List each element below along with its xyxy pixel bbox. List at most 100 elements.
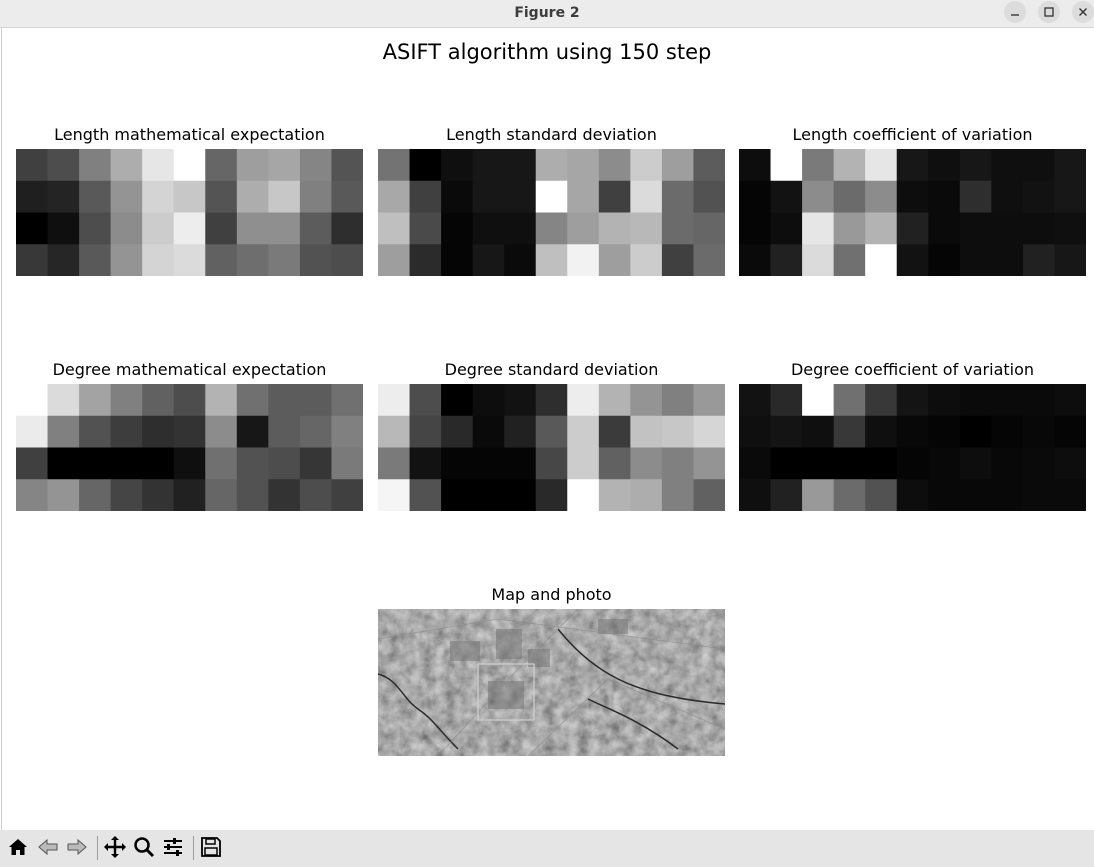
heatmap-cell (598, 384, 631, 417)
heatmap-cell (928, 212, 961, 245)
heatmap-cell (1054, 479, 1086, 511)
heatmap-cell (331, 180, 363, 214)
heatmap-cell (802, 212, 835, 245)
heatmap-cell (331, 479, 363, 511)
heatmap-degree-std (378, 384, 725, 511)
heatmap-title-degree-std: Degree standard deviation (444, 360, 659, 379)
heatmap-cell (79, 384, 112, 417)
heatmap-cell (378, 479, 411, 511)
back-button[interactable] (34, 833, 62, 861)
heatmap-cell (535, 212, 568, 245)
heatmap-cell (472, 180, 505, 214)
heatmap-cell (630, 149, 663, 182)
heatmap-cell (16, 180, 49, 214)
heatmap-cell (770, 149, 803, 182)
heatmap-cell (959, 244, 992, 276)
heatmap-cell (504, 212, 537, 245)
heatmap-cell (441, 479, 474, 511)
maximize-button[interactable] (1038, 1, 1060, 23)
heatmap-cell (378, 212, 411, 245)
heatmap-cell (693, 479, 725, 511)
zoom-button[interactable] (130, 833, 158, 861)
heatmap-cell (299, 180, 333, 214)
heatmap-cell (142, 244, 175, 276)
heatmap-cell (79, 415, 112, 449)
heatmap-cell (896, 212, 929, 245)
heatmap-length-expectation (16, 149, 363, 276)
heatmap-cell (630, 415, 663, 449)
heatmap-cell (535, 415, 568, 449)
heatmap-cell (833, 244, 866, 276)
heatmap-cell (236, 415, 269, 449)
heatmap-cell (802, 244, 835, 276)
heatmap-cell (331, 244, 363, 276)
heatmap-cell (299, 212, 333, 245)
heatmap-cell (173, 415, 206, 449)
heatmap-cell (79, 212, 112, 245)
heatmap-cell (47, 415, 80, 449)
heatmap-cell (630, 479, 663, 511)
forward-button[interactable] (63, 833, 91, 861)
pan-button[interactable] (101, 833, 129, 861)
heatmap-cell (110, 447, 143, 480)
close-button[interactable] (1072, 1, 1094, 23)
heatmap-cell (1054, 212, 1086, 245)
heatmap-cell (739, 244, 772, 276)
minimize-button[interactable] (1004, 1, 1026, 23)
heatmap-cell (110, 384, 143, 417)
heatmap-cell (865, 415, 898, 449)
maximize-icon (1044, 7, 1054, 17)
figure-suptitle: ASIFT algorithm using 150 step (382, 40, 712, 64)
heatmap-cell (79, 180, 112, 214)
heatmap-cell (865, 180, 898, 214)
heatmap-cell (802, 415, 835, 449)
heatmap-cell (299, 447, 333, 480)
heatmap-cell (110, 180, 143, 214)
heatmap-cell (1054, 149, 1086, 182)
toolbar-separator (97, 836, 98, 860)
configure-subplots-button[interactable] (159, 833, 187, 861)
heatmap-cell (928, 149, 961, 182)
heatmap-cell (693, 180, 725, 214)
heatmap-cell (802, 149, 835, 182)
heatmap-cell (472, 244, 505, 276)
heatmap-cell (1054, 244, 1086, 276)
heatmap-cell (802, 447, 835, 480)
heatmap-cell (661, 479, 695, 511)
heatmap-cell (504, 149, 537, 182)
heatmap-cell (661, 244, 695, 276)
heatmap-cell (268, 479, 301, 511)
heatmap-cell (16, 415, 49, 449)
heatmap-cell (173, 447, 206, 480)
heatmap-cell (378, 415, 411, 449)
heatmap-cell (299, 149, 333, 182)
heatmap-cell (739, 149, 772, 182)
heatmap-cell (378, 384, 411, 417)
heatmap-cell (535, 384, 568, 417)
heatmap-cell (865, 212, 898, 245)
heatmap-cell (991, 212, 1024, 245)
heatmap-cell (378, 180, 411, 214)
heatmap-cell (959, 479, 992, 511)
heatmap-cell (567, 415, 600, 449)
heatmap-title-degree-expectation: Degree mathematical expectation (52, 360, 327, 379)
heatmap-length-cv (739, 149, 1086, 276)
heatmap-cell (1022, 384, 1056, 417)
home-button[interactable] (4, 833, 32, 861)
heatmap-cell (865, 244, 898, 276)
heatmap-cell (802, 180, 835, 214)
heatmap-cell (173, 149, 206, 182)
heatmap-cell (661, 149, 695, 182)
heatmap-cell (79, 479, 112, 511)
save-button[interactable] (197, 833, 225, 861)
heatmap-cell (833, 384, 866, 417)
heatmap-cell (739, 479, 772, 511)
heatmap-cell (770, 180, 803, 214)
heatmap-cell (693, 384, 725, 417)
pan-move-icon (104, 836, 126, 858)
heatmap-cell (1054, 384, 1086, 417)
heatmap-cell (833, 149, 866, 182)
toolbar-separator (193, 836, 194, 860)
heatmap-cell (630, 244, 663, 276)
heatmap-cell (47, 479, 80, 511)
